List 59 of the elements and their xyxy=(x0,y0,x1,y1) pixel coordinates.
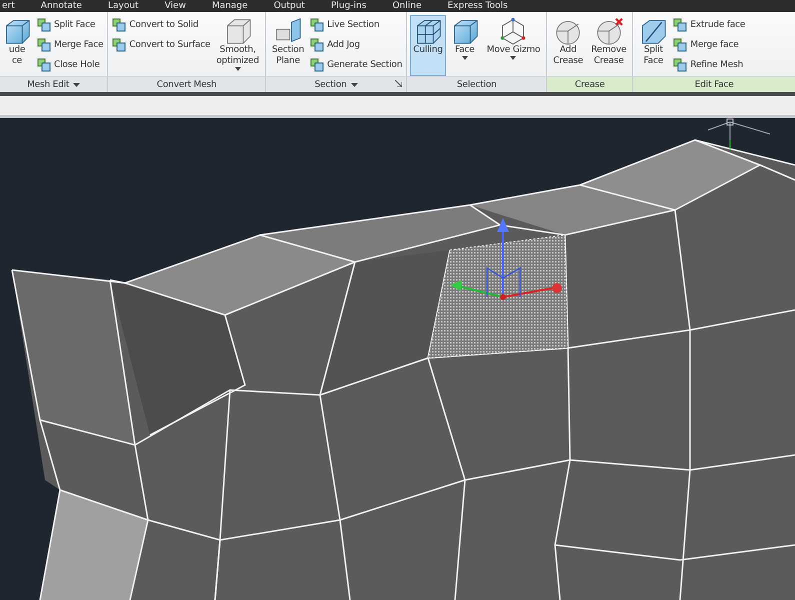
panel-title[interactable]: Section xyxy=(266,76,406,92)
ribbon-tool[interactable]: Close Hole xyxy=(36,56,104,74)
ribbon-tab[interactable]: Plug-ins xyxy=(330,0,366,12)
caret-icon xyxy=(234,67,241,71)
ribbon-tool[interactable]: Extrude face xyxy=(672,16,746,34)
small-squares-icon xyxy=(673,58,688,72)
small-squares-icon xyxy=(37,38,51,52)
ribbon-tool[interactable]: Live Section xyxy=(309,16,404,34)
axis-icon xyxy=(708,118,770,150)
small-squares-icon xyxy=(112,38,126,52)
ribbon-tool[interactable]: Refine Mesh xyxy=(672,56,746,74)
ribbon-tool[interactable]: Add Jog xyxy=(309,36,404,54)
ribbon-tab[interactable]: Manage xyxy=(212,0,248,12)
ribbon-tab[interactable]: Layout xyxy=(108,0,139,12)
ribbon-tool[interactable]: Generate Section xyxy=(309,56,404,74)
ribbon-tab[interactable]: Online xyxy=(392,0,422,12)
caret-icon xyxy=(73,82,80,86)
caret-icon xyxy=(510,56,516,60)
section-plane-icon xyxy=(274,17,302,45)
panel-title: Convert Mesh xyxy=(108,76,266,92)
move-gizmo-drawing[interactable] xyxy=(450,218,562,300)
ribbon-tab[interactable]: ert xyxy=(2,0,15,12)
ribbon-tab[interactable]: Express Tools xyxy=(447,0,508,12)
ribbon-button[interactable]: Add Crease xyxy=(550,15,586,76)
caret-icon xyxy=(462,56,468,60)
caret-icon xyxy=(350,82,358,86)
ribbon-tab[interactable]: Output xyxy=(274,0,305,12)
small-squares-icon xyxy=(37,58,51,72)
cube-icon xyxy=(3,17,31,45)
ribbon-button[interactable]: Section Plane xyxy=(269,15,308,76)
ribbon-tool[interactable]: Convert to Surface xyxy=(111,36,212,54)
ribbon-button[interactable]: Smooth, optimized xyxy=(213,15,262,76)
panel-title: Crease xyxy=(547,76,632,92)
ribbon-button[interactable]: Remove Crease xyxy=(588,15,630,76)
small-squares-icon xyxy=(310,38,324,52)
small-squares-icon xyxy=(673,38,688,52)
gizmo-icon xyxy=(499,17,528,45)
ribbon-button[interactable]: Move Gizmo xyxy=(484,15,544,76)
ribbon-button[interactable]: Split Face xyxy=(636,15,670,76)
split-cube-icon xyxy=(639,17,668,45)
panel-title[interactable]: Mesh Edit xyxy=(0,76,108,92)
ribbon-tool[interactable]: Convert to Solid xyxy=(111,16,212,34)
ribbon-button[interactable]: ude ce xyxy=(0,15,34,76)
ribbon-tool[interactable]: Merge Face xyxy=(36,36,104,54)
panel-title: Selection xyxy=(407,76,546,92)
ribbon-tool[interactable]: Merge face xyxy=(672,36,746,54)
panel-title: Edit Face xyxy=(633,76,795,92)
ribbon-button[interactable]: Culling xyxy=(410,15,446,76)
ribbon-tab[interactable]: View xyxy=(164,0,186,12)
small-squares-icon xyxy=(112,18,126,32)
small-squares-icon xyxy=(37,18,51,32)
ribbon-tool[interactable]: Split Face xyxy=(36,16,104,34)
ribbon-tab[interactable]: Annotate xyxy=(40,0,82,12)
small-squares-icon xyxy=(310,18,324,32)
selected-face[interactable] xyxy=(427,234,569,359)
ribbon-button[interactable]: Face xyxy=(448,15,482,76)
launcher-arrow-icon[interactable] xyxy=(395,80,402,87)
small-squares-icon xyxy=(310,58,324,72)
small-squares-icon xyxy=(673,18,688,32)
